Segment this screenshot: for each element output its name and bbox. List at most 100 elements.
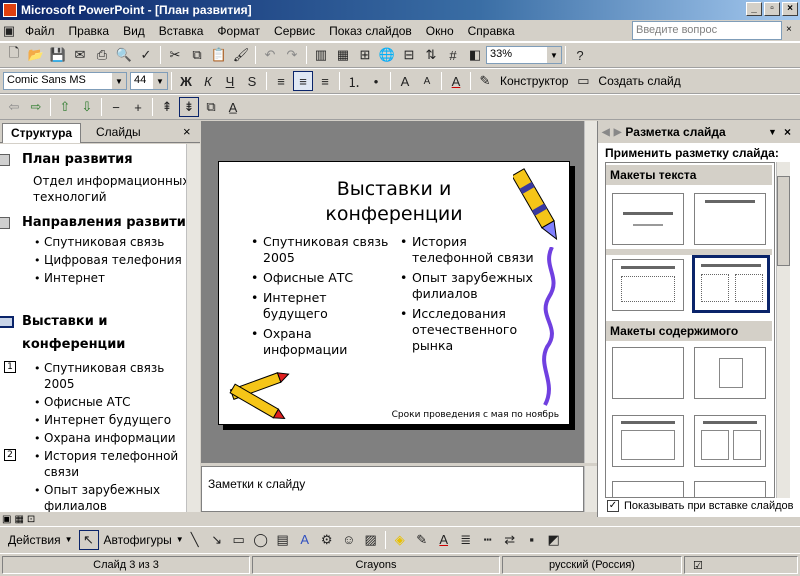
- minimize-button[interactable]: _: [746, 2, 762, 16]
- bullets-icon[interactable]: •: [366, 71, 386, 91]
- increase-font-icon[interactable]: A: [395, 71, 415, 91]
- move-down-icon[interactable]: ⇩: [77, 97, 97, 117]
- layout-title-content[interactable]: [612, 415, 684, 467]
- slideshow-view-icon[interactable]: ⊡: [27, 514, 35, 525]
- font-color-draw-icon[interactable]: A: [434, 530, 454, 550]
- picture-icon[interactable]: ▨: [361, 530, 381, 550]
- summary-slide-icon[interactable]: ⧉: [201, 97, 221, 117]
- preview-icon[interactable]: 🔍: [114, 45, 134, 65]
- menu-tools[interactable]: Сервис: [267, 24, 322, 38]
- maximize-button[interactable]: ▫: [764, 2, 780, 16]
- new-icon[interactable]: 🗋: [4, 45, 24, 65]
- autoshapes-menu[interactable]: Автофигуры: [104, 533, 172, 547]
- layout-title[interactable]: [612, 193, 684, 245]
- redo-icon[interactable]: ↷: [282, 45, 302, 65]
- outline-scrollbar[interactable]: [186, 144, 200, 512]
- task-pane-scrollbar[interactable]: [776, 162, 790, 498]
- close-button[interactable]: ×: [782, 2, 798, 16]
- outline-bullet[interactable]: Интернет будущего: [44, 413, 171, 427]
- align-left-icon[interactable]: ≡: [271, 71, 291, 91]
- hyperlink-icon[interactable]: 🌐: [377, 45, 397, 65]
- collapse-all-icon[interactable]: ⇞: [157, 97, 177, 117]
- expand-all-icon[interactable]: ⇟: [179, 97, 199, 117]
- outline-bullet[interactable]: Опыт зарубежных: [44, 483, 160, 497]
- outline-title-2[interactable]: Направления развития: [22, 215, 186, 230]
- tab-outline[interactable]: Структура: [2, 123, 82, 143]
- outline-bullet[interactable]: Цифровая телефония: [44, 253, 182, 267]
- designer-button[interactable]: Конструктор: [500, 74, 568, 88]
- show-on-insert-row[interactable]: ✓ Показывать при вставке слайдов: [607, 500, 794, 512]
- show-formatting-icon[interactable]: ⇅: [421, 45, 441, 65]
- 3d-style-icon[interactable]: ◩: [544, 530, 564, 550]
- format-painter-icon[interactable]: 🖌: [231, 45, 251, 65]
- font-color-icon[interactable]: A: [446, 71, 466, 91]
- layout-content[interactable]: [694, 347, 766, 399]
- clipart-icon[interactable]: ☺: [339, 530, 359, 550]
- outline-subtitle[interactable]: Отдел информационных: [33, 174, 186, 188]
- numbering-icon[interactable]: ⒈: [344, 71, 364, 91]
- pane-close-icon[interactable]: ×: [183, 124, 191, 139]
- copy-icon[interactable]: ⧉: [187, 45, 207, 65]
- outline-subtitle[interactable]: технологий: [33, 190, 107, 204]
- layout-partial[interactable]: [694, 481, 766, 497]
- outline-pane[interactable]: План развития Отдел информационных техно…: [0, 144, 186, 512]
- textbox-icon[interactable]: ▤: [273, 530, 293, 550]
- menu-format[interactable]: Формат: [210, 24, 267, 38]
- help-icon[interactable]: ?: [570, 45, 590, 65]
- wordart-icon[interactable]: A: [295, 530, 315, 550]
- layout-two-columns-selected[interactable]: [692, 255, 770, 313]
- new-slide-icon[interactable]: ▭: [573, 71, 593, 91]
- select-arrow-icon[interactable]: ↖: [78, 529, 99, 550]
- layout-gallery[interactable]: Макеты текста Макеты содержимого: [605, 162, 775, 498]
- forward-icon[interactable]: ▶: [614, 127, 622, 138]
- arrow-style-icon[interactable]: ⇄: [500, 530, 520, 550]
- align-right-icon[interactable]: ≡: [315, 71, 335, 91]
- outline-bullet[interactable]: Охрана информации: [44, 431, 176, 445]
- color-grayscale-icon[interactable]: ◧: [465, 45, 485, 65]
- font-size-select[interactable]: 44 ▼: [130, 72, 168, 90]
- ask-question-input[interactable]: Введите вопрос: [632, 21, 782, 40]
- menu-file[interactable]: Файл: [18, 24, 62, 38]
- show-on-insert-checkbox[interactable]: ✓: [607, 500, 619, 512]
- demote-icon[interactable]: ⇨: [26, 97, 46, 117]
- menu-help[interactable]: Справка: [461, 24, 522, 38]
- outline-title-1[interactable]: План развития: [22, 152, 133, 167]
- grid-icon[interactable]: #: [443, 45, 463, 65]
- tab-slides[interactable]: Слайды: [88, 123, 149, 143]
- layout-title-only[interactable]: [694, 193, 766, 245]
- shadow-icon[interactable]: S: [242, 71, 262, 91]
- notes-field[interactable]: Заметки к слайду: [201, 466, 584, 512]
- layout-title-two-content[interactable]: [694, 415, 766, 467]
- italic-icon[interactable]: К: [198, 71, 218, 91]
- table-icon[interactable]: ▦: [333, 45, 353, 65]
- outline-title-3[interactable]: конференции: [22, 337, 125, 352]
- slide-canvas[interactable]: Выставки и конференции • Спутниковая связ…: [218, 161, 570, 425]
- outline-bullet-cont[interactable]: связи: [44, 465, 79, 479]
- app-doc-icon[interactable]: ▣: [1, 21, 17, 41]
- save-icon[interactable]: 💾: [48, 45, 68, 65]
- new-slide-button[interactable]: Создать слайд: [598, 74, 680, 88]
- outline-bullet[interactable]: Офисные АТС: [44, 395, 131, 409]
- promote-icon[interactable]: ⇦: [4, 97, 24, 117]
- outline-bullet-cont[interactable]: 2005: [44, 377, 75, 391]
- align-center-icon[interactable]: ≡: [293, 71, 313, 91]
- print-icon[interactable]: ⎙: [92, 45, 112, 65]
- underline-icon[interactable]: Ч: [220, 71, 240, 91]
- expand-icon[interactable]: ⊟: [399, 45, 419, 65]
- diagram-icon[interactable]: ⚙: [317, 530, 337, 550]
- outline-bullet-cont[interactable]: филиалов: [44, 499, 107, 512]
- back-icon[interactable]: ◀: [602, 127, 610, 138]
- undo-icon[interactable]: ↶: [260, 45, 280, 65]
- menu-view[interactable]: Вид: [116, 24, 152, 38]
- outline-title-3[interactable]: Выставки и: [22, 314, 107, 329]
- menu-slideshow[interactable]: Показ слайдов: [322, 24, 419, 38]
- layout-title-text[interactable]: [612, 259, 684, 311]
- cut-icon[interactable]: ✂: [165, 45, 185, 65]
- decrease-font-icon[interactable]: A: [417, 71, 437, 91]
- outline-bullet[interactable]: История телефонной: [44, 449, 178, 463]
- chart-icon[interactable]: ▥: [311, 45, 331, 65]
- shadow-style-icon[interactable]: ▪: [522, 530, 542, 550]
- task-pane-menu-icon[interactable]: ▼: [768, 127, 777, 137]
- slide-title[interactable]: конференции: [279, 202, 509, 227]
- slide-left-column[interactable]: • Спутниковая связь 2005 • Офисные АТС • Инт…: [251, 234, 391, 358]
